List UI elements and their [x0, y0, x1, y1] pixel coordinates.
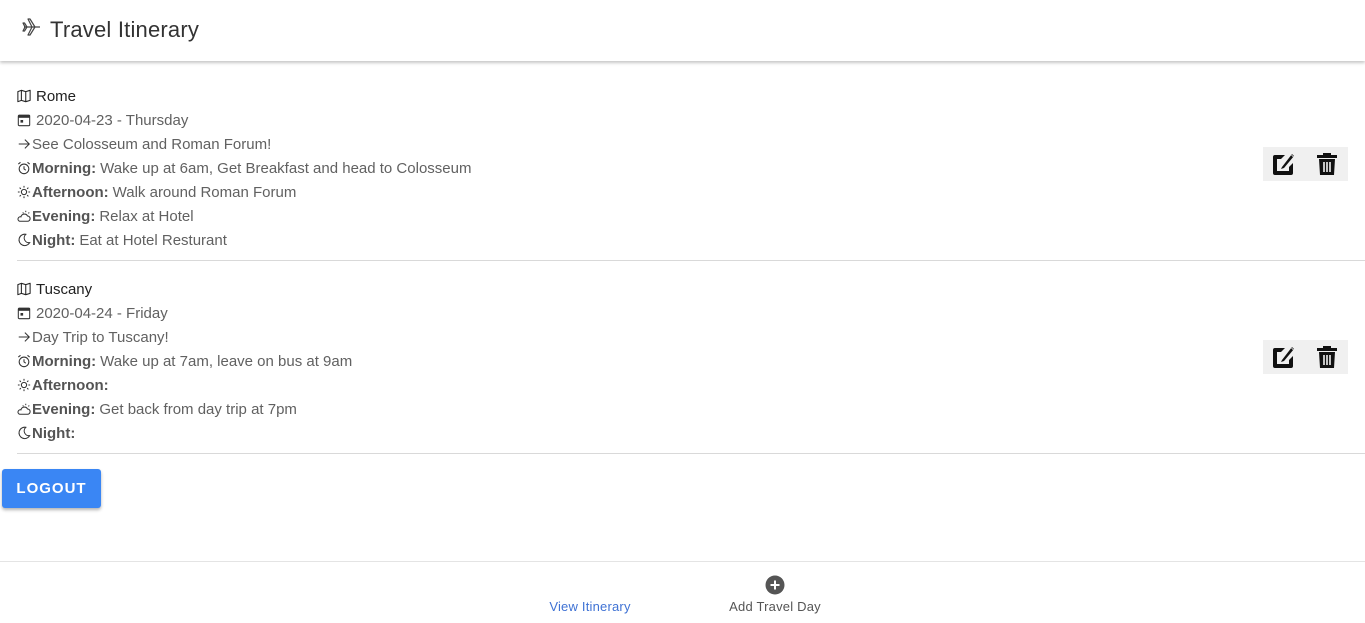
day-date: 2020-04-23 - Thursday: [17, 108, 1365, 132]
date-text: 2020-04-24 - Friday: [36, 304, 168, 322]
nav-add-travel-day-label: Add Travel Day: [729, 599, 821, 614]
day-location: Rome: [17, 84, 1365, 108]
nav-add-travel-day[interactable]: Add Travel Day: [715, 562, 835, 623]
morning-label: Morning:: [32, 352, 97, 370]
night-label: Night:: [32, 424, 76, 442]
day-afternoon: Afternoon: Walk around Roman Forum: [17, 180, 1365, 204]
day-actions: [1263, 147, 1348, 181]
itinerary-day-tuscany: Tuscany 2020-04-24 - Friday Day Trip to …: [17, 277, 1365, 454]
night-label: Night:: [32, 231, 76, 249]
itinerary-list: Rome 2020-04-23 - Thursday See Colosseum…: [0, 84, 1365, 454]
cloud-sun-icon: [17, 210, 31, 222]
trash-icon[interactable]: [1314, 344, 1340, 370]
day-location: Tuscany: [17, 277, 1365, 301]
date-text: 2020-04-23 - Thursday: [36, 111, 189, 129]
day-evening: Evening: Relax at Hotel: [17, 204, 1365, 228]
arrow-right-icon: [18, 332, 30, 342]
logout-button[interactable]: LOGOUT: [2, 469, 101, 508]
afternoon-label: Afternoon:: [32, 376, 109, 394]
evening-text: Relax at Hotel: [99, 207, 194, 225]
location-text: Rome: [36, 87, 77, 105]
day-morning: Morning: Wake up at 6am, Get Breakfast a…: [17, 156, 1365, 180]
day-date: 2020-04-24 - Friday: [17, 301, 1365, 325]
moon-icon: [18, 233, 31, 247]
calendar-icon: [17, 307, 31, 320]
plus-circle-icon: [765, 575, 785, 595]
app-title: Travel Itinerary: [50, 17, 200, 42]
evening-text: Get back from day trip at 7pm: [99, 400, 297, 418]
morning-text: Wake up at 6am, Get Breakfast and head t…: [100, 159, 472, 177]
day-evening: Evening: Get back from day trip at 7pm: [17, 397, 1365, 421]
day-summary: Day Trip to Tuscany!: [17, 325, 1365, 349]
afternoon-label: Afternoon:: [32, 183, 109, 201]
calendar-icon: [17, 114, 31, 127]
morning-text: Wake up at 7am, leave on bus at 9am: [100, 352, 353, 370]
alarm-clock-icon: [17, 161, 31, 175]
map-icon: [17, 282, 31, 296]
afternoon-text: Walk around Roman Forum: [112, 183, 297, 201]
moon-icon: [18, 426, 31, 440]
night-text: Eat at Hotel Resturant: [79, 231, 227, 249]
evening-label: Evening:: [32, 400, 96, 418]
day-night: Night: Eat at Hotel Resturant: [17, 228, 1365, 252]
summary-text: See Colosseum and Roman Forum!: [32, 135, 272, 153]
nav-view-itinerary[interactable]: View Itinerary: [540, 562, 640, 623]
day-night: Night:: [17, 421, 1365, 445]
location-text: Tuscany: [36, 280, 93, 298]
evening-label: Evening:: [32, 207, 96, 225]
nav-view-itinerary-label: View Itinerary: [549, 599, 631, 614]
bottom-navigation: View Itinerary Add Travel Day: [0, 561, 1365, 623]
day-afternoon: Afternoon:: [17, 373, 1365, 397]
app-bar: Travel Itinerary: [0, 0, 1365, 61]
itinerary-day-rome: Rome 2020-04-23 - Thursday See Colosseum…: [17, 84, 1365, 261]
sun-icon: [17, 185, 31, 199]
summary-text: Day Trip to Tuscany!: [32, 328, 169, 346]
map-icon: [17, 89, 31, 103]
edit-icon[interactable]: [1271, 344, 1297, 370]
airplane-icon: [22, 18, 40, 36]
day-morning: Morning: Wake up at 7am, leave on bus at…: [17, 349, 1365, 373]
sun-icon: [17, 378, 31, 392]
day-actions: [1263, 340, 1348, 374]
edit-icon[interactable]: [1271, 151, 1297, 177]
cloud-sun-icon: [17, 403, 31, 415]
arrow-right-icon: [18, 139, 30, 149]
day-summary: See Colosseum and Roman Forum!: [17, 132, 1365, 156]
alarm-clock-icon: [17, 354, 31, 368]
morning-label: Morning:: [32, 159, 97, 177]
trash-icon[interactable]: [1314, 151, 1340, 177]
